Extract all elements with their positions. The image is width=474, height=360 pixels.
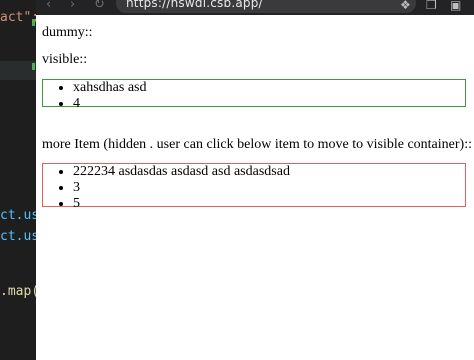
code-token: act";: [0, 10, 36, 25]
visible-list-item[interactable]: 4: [73, 96, 465, 112]
devtools-icon[interactable]: ❖: [400, 0, 411, 12]
browser-viewport: dummy:: visible:: xahsdhas asd 4 more It…: [36, 15, 474, 360]
reload-icon[interactable]: ↻: [94, 0, 105, 12]
code-token: ct.us: [0, 208, 36, 223]
visible-list-item[interactable]: xahsdhas asd: [73, 80, 465, 96]
browser-toolbar: ‹ › ↻ https://hswdl.csb.app/ ❖ ❐ ▣: [36, 0, 474, 15]
hidden-list: 222234 asdasdas asdasd asd asdasdsad 3 5: [43, 164, 465, 212]
visible-container: xahsdhas asd 4: [42, 79, 466, 111]
editor-current-line-highlight: [0, 61, 36, 80]
hidden-items-container: 222234 asdasdas asdasd asd asdasdsad 3 5: [42, 163, 466, 211]
open-in-new-window-icon[interactable]: ▣: [450, 0, 461, 12]
visible-label: visible::: [42, 52, 88, 67]
code-token: .map(: [0, 284, 36, 299]
code-line: ct.us: [0, 208, 36, 223]
code-line: act";: [0, 10, 36, 25]
hidden-list-item[interactable]: 5: [73, 196, 465, 212]
back-icon[interactable]: ‹: [46, 0, 51, 12]
copy-icon[interactable]: ❐: [426, 0, 437, 12]
hidden-list-item[interactable]: 3: [73, 180, 465, 196]
address-bar-url: https://hswdl.csb.app/: [126, 0, 263, 10]
git-change-marker: [32, 19, 35, 26]
hidden-list-item[interactable]: 222234 asdasdas asdasd asd asdasdsad: [73, 164, 465, 180]
address-bar[interactable]: https://hswdl.csb.app/: [116, 0, 416, 13]
code-editor-pane: act"; ct.us ct.us .map(: [0, 0, 36, 360]
forward-icon[interactable]: ›: [70, 0, 75, 12]
more-items-label: more Item (hidden . user can click below…: [42, 137, 472, 152]
git-change-marker: [32, 63, 35, 70]
dummy-label: dummy::: [42, 25, 93, 40]
code-token: ct.us: [0, 229, 36, 244]
code-line: ct.us: [0, 229, 36, 244]
visible-list: xahsdhas asd 4: [43, 80, 465, 112]
code-line: .map(: [0, 284, 36, 299]
